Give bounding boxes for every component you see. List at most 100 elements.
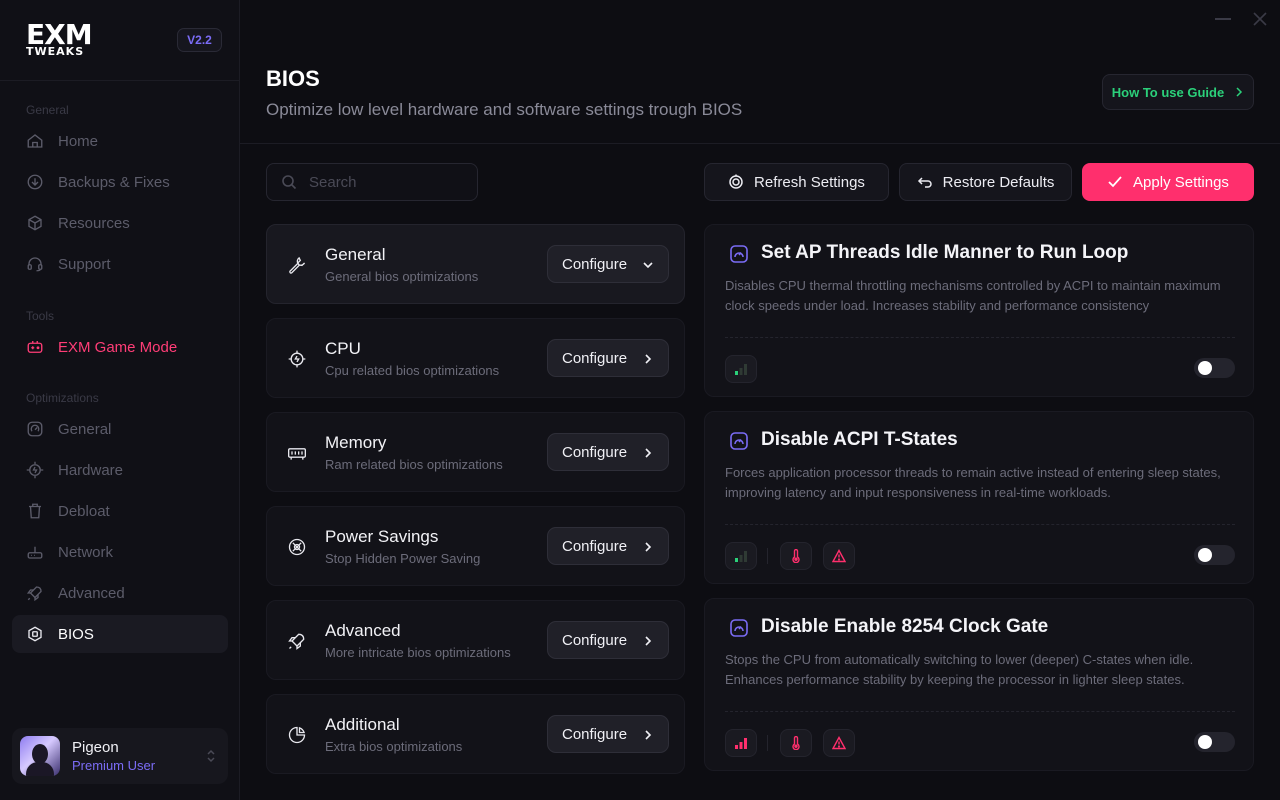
settings-gauge-icon [730, 619, 748, 637]
sidebar-item-backups[interactable]: Backups & Fixes [12, 163, 228, 201]
signal-icon [735, 738, 747, 749]
sidebar: EXM TWEAKS V2.2 General Home Backups & F… [0, 0, 240, 800]
search-icon [282, 175, 297, 190]
close-icon[interactable] [1252, 11, 1268, 27]
sidebar-item-home[interactable]: Home [12, 122, 228, 160]
box-icon [28, 215, 42, 231]
user-menu[interactable]: Pigeon Premium User [12, 728, 228, 784]
impact-badge [725, 729, 757, 757]
chevron-updown-icon [207, 749, 215, 763]
setting-card: Disable Enable 8254 Clock Gate Stops the… [704, 598, 1254, 771]
configure-button[interactable]: Configure [547, 715, 669, 753]
page-subtitle: Optimize low level hardware and software… [266, 100, 743, 119]
sidebar-item-label: Backups & Fixes [58, 173, 170, 191]
thermal-badge [780, 542, 812, 570]
chevron-right-icon [1236, 87, 1243, 97]
signal-icon [735, 364, 747, 375]
check-icon [1108, 176, 1122, 188]
setting-card: Set AP Threads Idle Manner to Run Loop D… [704, 224, 1254, 397]
category-power-savings[interactable]: Power Savings Stop Hidden Power Saving C… [266, 506, 685, 586]
sidebar-item-label: Hardware [58, 461, 124, 479]
sidebar-item-game-mode[interactable]: EXM Game Mode [12, 328, 228, 366]
sidebar-item-general[interactable]: General [12, 410, 228, 448]
sidebar-item-label: Advanced [58, 584, 125, 602]
configure-button[interactable]: Configure [547, 621, 669, 659]
warning-badge [823, 729, 855, 757]
user-role: Premium User [72, 758, 156, 773]
settings-gauge-icon [730, 432, 748, 450]
header-divider [240, 143, 1280, 144]
sidebar-item-network[interactable]: Network [12, 533, 228, 571]
rocket-icon [288, 633, 305, 650]
undo-icon [917, 177, 932, 188]
configure-button[interactable]: Configure [547, 527, 669, 565]
setting-toggle[interactable] [1194, 545, 1235, 565]
guide-button[interactable]: How To use Guide [1102, 74, 1254, 110]
wrench-icon [289, 256, 306, 274]
chevron-right-icon [645, 542, 652, 552]
user-name: Pigeon [72, 739, 119, 756]
apply-settings-button[interactable]: Apply Settings [1082, 163, 1254, 201]
bios-icon [28, 626, 42, 642]
setting-toggle[interactable] [1194, 732, 1235, 752]
section-label-tools: Tools [26, 309, 55, 323]
settings-gauge-icon [730, 245, 748, 263]
sidebar-item-label: Resources [58, 214, 130, 232]
sidebar-divider [0, 80, 239, 81]
download-icon [27, 174, 43, 190]
sidebar-item-label: Support [58, 255, 111, 273]
router-icon [27, 546, 43, 559]
impact-badge [725, 355, 757, 383]
chevron-right-icon [645, 730, 652, 740]
avatar [20, 736, 60, 776]
sidebar-item-hardware[interactable]: Hardware [12, 451, 228, 489]
setting-toggle[interactable] [1194, 358, 1235, 378]
category-advanced[interactable]: Advanced More intricate bios optimizatio… [266, 600, 685, 680]
chevron-right-icon [645, 354, 652, 364]
thermal-badge [780, 729, 812, 757]
sidebar-item-debloat[interactable]: Debloat [12, 492, 228, 530]
section-label-optimizations: Optimizations [26, 391, 99, 405]
signal-icon [735, 551, 747, 562]
memory-icon [288, 448, 306, 460]
category-general[interactable]: General General bios optimizations Confi… [266, 224, 685, 304]
warning-icon [832, 549, 846, 563]
sidebar-item-label: EXM Game Mode [58, 338, 178, 356]
search-input[interactable] [309, 173, 459, 191]
warning-badge [823, 542, 855, 570]
warning-icon [832, 736, 846, 750]
category-additional[interactable]: Additional Extra bios optimizations Conf… [266, 694, 685, 774]
rocket-icon [26, 586, 42, 602]
sidebar-item-label: Network [58, 543, 114, 561]
sidebar-item-advanced[interactable]: Advanced [12, 574, 228, 612]
sidebar-item-label: Home [58, 132, 99, 150]
gauge-icon [27, 421, 43, 437]
setting-card: Disable ACPI T-States Forces application… [704, 411, 1254, 584]
restore-defaults-button[interactable]: Restore Defaults [899, 163, 1072, 201]
sidebar-item-bios[interactable]: BIOS [12, 615, 228, 653]
configure-button[interactable]: Configure [547, 339, 669, 377]
pie-icon [288, 726, 306, 744]
sidebar-item-label: BIOS [58, 625, 94, 643]
search-box[interactable] [266, 163, 478, 201]
home-icon [27, 134, 43, 148]
configure-button[interactable]: Configure [547, 245, 669, 283]
chip-icon [26, 461, 44, 479]
minimize-button[interactable] [1215, 18, 1231, 20]
category-cpu[interactable]: CPU Cpu related bios optimizations Confi… [266, 318, 685, 398]
thermometer-icon [792, 736, 800, 750]
sidebar-item-support[interactable]: Support [12, 245, 228, 283]
app-logo: EXM TWEAKS [26, 18, 93, 58]
sidebar-item-resources[interactable]: Resources [12, 204, 228, 242]
version-badge: V2.2 [177, 28, 222, 52]
refresh-settings-button[interactable]: Refresh Settings [704, 163, 889, 201]
sidebar-item-label: Debloat [58, 502, 110, 520]
cpu-icon [288, 350, 306, 368]
category-memory[interactable]: Memory Ram related bios optimizations Co… [266, 412, 685, 492]
impact-badge [725, 542, 757, 570]
configure-button[interactable]: Configure [547, 433, 669, 471]
chevron-right-icon [645, 448, 652, 458]
thermometer-icon [792, 549, 800, 563]
sidebar-item-label: General [58, 420, 112, 438]
refresh-icon [729, 174, 743, 189]
